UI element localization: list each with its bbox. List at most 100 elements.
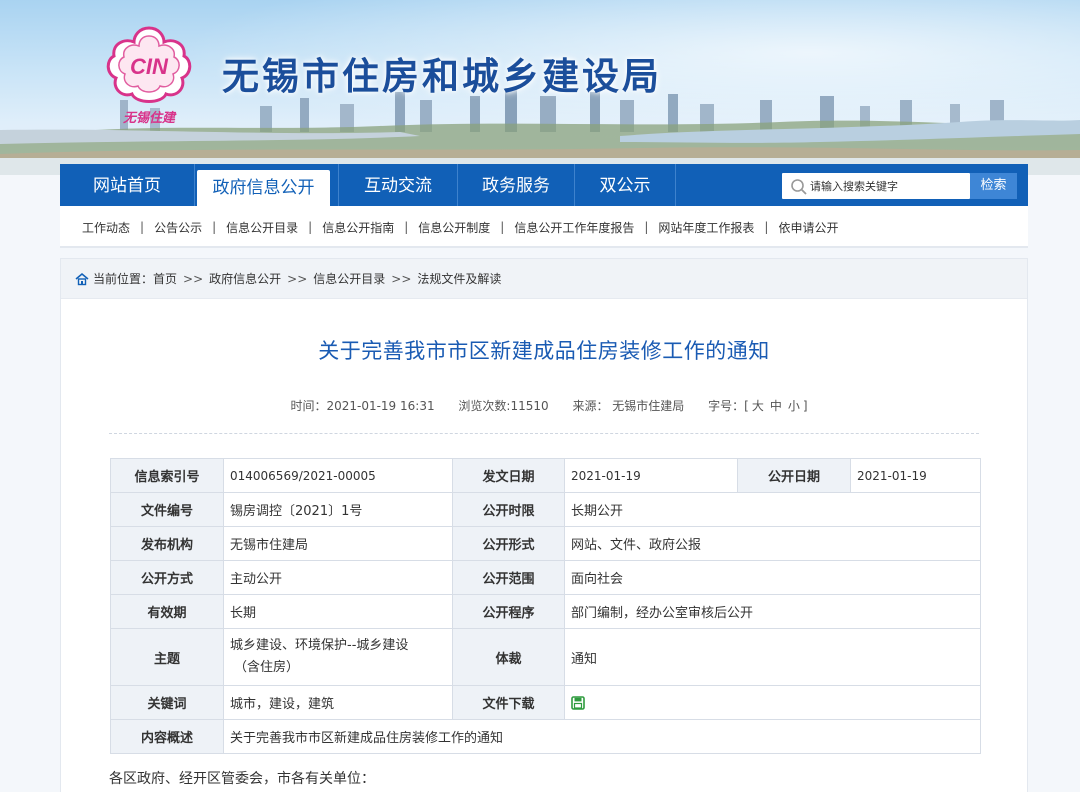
search-box bbox=[782, 173, 970, 199]
subnav-separator: | bbox=[500, 220, 505, 234]
search-icon bbox=[791, 179, 807, 195]
info-label: 发布机构 bbox=[110, 526, 224, 561]
info-label: 公开方式 bbox=[110, 560, 224, 595]
subnav-separator: | bbox=[212, 220, 217, 234]
font-size-end: ] bbox=[802, 399, 808, 413]
breadcrumb-regulations[interactable]: 法规文件及解读 bbox=[417, 270, 501, 287]
info-label: 公开形式 bbox=[452, 526, 565, 561]
table-row: 文件编号 锡房调控〔2021〕1号 公开时限 长期公开 bbox=[110, 492, 981, 527]
info-value: 城市，建设，建筑 bbox=[223, 685, 453, 720]
font-size-large[interactable]: 大 bbox=[752, 399, 764, 413]
subnav-item-site-report[interactable]: 网站年度工作报表 bbox=[658, 219, 754, 236]
info-label: 文件下载 bbox=[452, 685, 565, 720]
header-banner: CIN 无锡住建 无锡市住房和城乡建设局 bbox=[0, 0, 1080, 175]
info-value: 无锡市住建局 bbox=[223, 526, 453, 561]
nav-tab-home[interactable]: 网站首页 bbox=[60, 164, 194, 206]
info-value: 2021-01-19 bbox=[850, 458, 981, 493]
article-body-first-line: 各区政府、经开区管委会，市各有关单位： bbox=[109, 771, 375, 787]
info-value: 关于完善我市市区新建成品住房装修工作的通知 bbox=[223, 719, 981, 754]
nav-divider bbox=[675, 164, 676, 206]
publish-time: 时间：2021-01-19 16:31 bbox=[290, 399, 435, 413]
info-table: 信息索引号 014006569/2021-00005 发文日期 2021-01-… bbox=[110, 458, 981, 754]
main-nav: 网站首页 政府信息公开 互动交流 政务服务 双公示 检索 bbox=[60, 164, 1028, 206]
info-value: 部门编制，经办公室审核后公开 bbox=[564, 594, 981, 629]
view-count: 浏览次数:11510 bbox=[458, 399, 549, 413]
info-value bbox=[564, 685, 981, 720]
info-label: 体裁 bbox=[452, 628, 565, 686]
info-value: 通知 bbox=[564, 628, 981, 686]
article-meta: 时间：2021-01-19 16:31 浏览次数:11510 来源： 无锡市住建… bbox=[61, 397, 1027, 414]
info-value: 长期 bbox=[223, 594, 453, 629]
article-title: 关于完善我市市区新建成品住房装修工作的通知 bbox=[318, 339, 770, 363]
info-value: 网站、文件、政府公报 bbox=[564, 526, 981, 561]
breadcrumb-home[interactable]: 首页 bbox=[153, 270, 177, 287]
info-value: 主动公开 bbox=[223, 560, 453, 595]
info-label: 主题 bbox=[110, 628, 224, 686]
nav-divider bbox=[194, 164, 195, 206]
info-label: 文件编号 bbox=[110, 492, 224, 527]
breadcrumb-catalog[interactable]: 信息公开目录 bbox=[313, 270, 385, 287]
svg-text:CIN: CIN bbox=[130, 54, 169, 79]
subnav-item-annual-report[interactable]: 信息公开工作年度报告 bbox=[514, 219, 634, 236]
subnav-item-catalog[interactable]: 信息公开目录 bbox=[226, 219, 298, 236]
divider bbox=[109, 433, 979, 434]
sub-nav: 工作动态 | 公告公示 | 信息公开目录 | 信息公开指南 | 信息公开制度 |… bbox=[60, 206, 1028, 248]
info-label: 发文日期 bbox=[452, 458, 565, 493]
search-input[interactable] bbox=[810, 176, 966, 196]
info-label: 有效期 bbox=[110, 594, 224, 629]
breadcrumb-arrow-icon: >> bbox=[183, 271, 204, 286]
nav-tab-double-publicity[interactable]: 双公示 bbox=[575, 164, 675, 206]
site-title: 无锡市住房和城乡建设局 bbox=[222, 54, 662, 98]
subnav-item-work-news[interactable]: 工作动态 bbox=[82, 219, 130, 236]
home-icon bbox=[75, 272, 89, 285]
subnav-separator: | bbox=[404, 220, 409, 234]
info-label: 公开程序 bbox=[452, 594, 565, 629]
breadcrumb-arrow-icon: >> bbox=[287, 271, 308, 286]
info-value: 面向社会 bbox=[564, 560, 981, 595]
info-value: 锡房调控〔2021〕1号 bbox=[223, 492, 453, 527]
info-label: 内容概述 bbox=[110, 719, 224, 754]
breadcrumb: 当前位置： 首页 >> 政府信息公开 >> 信息公开目录 >> 法规文件及解读 bbox=[61, 259, 1027, 299]
subnav-separator: | bbox=[764, 220, 769, 234]
info-value: 2021-01-19 bbox=[564, 458, 738, 493]
font-size-label: 字号：[ bbox=[708, 399, 749, 413]
subnav-item-on-request[interactable]: 依申请公开 bbox=[778, 219, 838, 236]
info-label: 信息索引号 bbox=[110, 458, 224, 493]
info-label: 公开时限 bbox=[452, 492, 565, 527]
breadcrumb-gov-info[interactable]: 政府信息公开 bbox=[209, 270, 281, 287]
save-file-icon[interactable] bbox=[571, 695, 585, 710]
topic-line: （含住房） bbox=[234, 660, 300, 675]
subnav-item-system[interactable]: 信息公开制度 bbox=[418, 219, 490, 236]
content-panel: 当前位置： 首页 >> 政府信息公开 >> 信息公开目录 >> 法规文件及解读 … bbox=[60, 258, 1028, 792]
article-source: 来源： 无锡市住建局 bbox=[572, 399, 685, 413]
cin-logo: CIN 无锡住建 bbox=[106, 26, 192, 126]
font-size-medium[interactable]: 中 bbox=[770, 399, 782, 413]
info-label: 公开日期 bbox=[737, 458, 851, 493]
subnav-item-guide[interactable]: 信息公开指南 bbox=[322, 219, 394, 236]
subnav-separator: | bbox=[308, 220, 313, 234]
info-label: 关键词 bbox=[110, 685, 224, 720]
svg-text:无锡住建: 无锡住建 bbox=[122, 110, 177, 126]
info-value: 长期公开 bbox=[564, 492, 981, 527]
font-size-small[interactable]: 小 bbox=[788, 399, 800, 413]
table-row: 关键词 城市，建设，建筑 文件下载 bbox=[110, 685, 981, 720]
subnav-separator: | bbox=[140, 220, 145, 234]
nav-tab-services[interactable]: 政务服务 bbox=[458, 164, 574, 206]
table-row: 有效期 长期 公开程序 部门编制，经办公室审核后公开 bbox=[110, 594, 981, 629]
info-value: 014006569/2021-00005 bbox=[223, 458, 453, 493]
subnav-item-announcements[interactable]: 公告公示 bbox=[154, 219, 202, 236]
breadcrumb-prefix: 当前位置： bbox=[93, 272, 154, 286]
subnav-separator: | bbox=[644, 220, 649, 234]
table-row: 信息索引号 014006569/2021-00005 发文日期 2021-01-… bbox=[110, 458, 981, 493]
info-label: 公开范围 bbox=[452, 560, 565, 595]
breadcrumb-arrow-icon: >> bbox=[391, 271, 412, 286]
search-button[interactable]: 检索 bbox=[970, 173, 1017, 199]
table-row: 主题 城乡建设、环境保护--城乡建设 （含住房） 体裁 通知 bbox=[110, 628, 981, 686]
info-value: 城乡建设、环境保护--城乡建设 （含住房） bbox=[223, 628, 453, 686]
nav-tab-gov-info[interactable]: 政府信息公开 bbox=[197, 170, 330, 206]
table-row: 公开方式 主动公开 公开范围 面向社会 bbox=[110, 560, 981, 595]
nav-tab-interaction[interactable]: 互动交流 bbox=[339, 164, 457, 206]
topic-line: 城乡建设、环境保护--城乡建设 bbox=[230, 638, 409, 653]
table-row: 内容概述 关于完善我市市区新建成品住房装修工作的通知 bbox=[110, 719, 981, 754]
table-row: 发布机构 无锡市住建局 公开形式 网站、文件、政府公报 bbox=[110, 526, 981, 561]
